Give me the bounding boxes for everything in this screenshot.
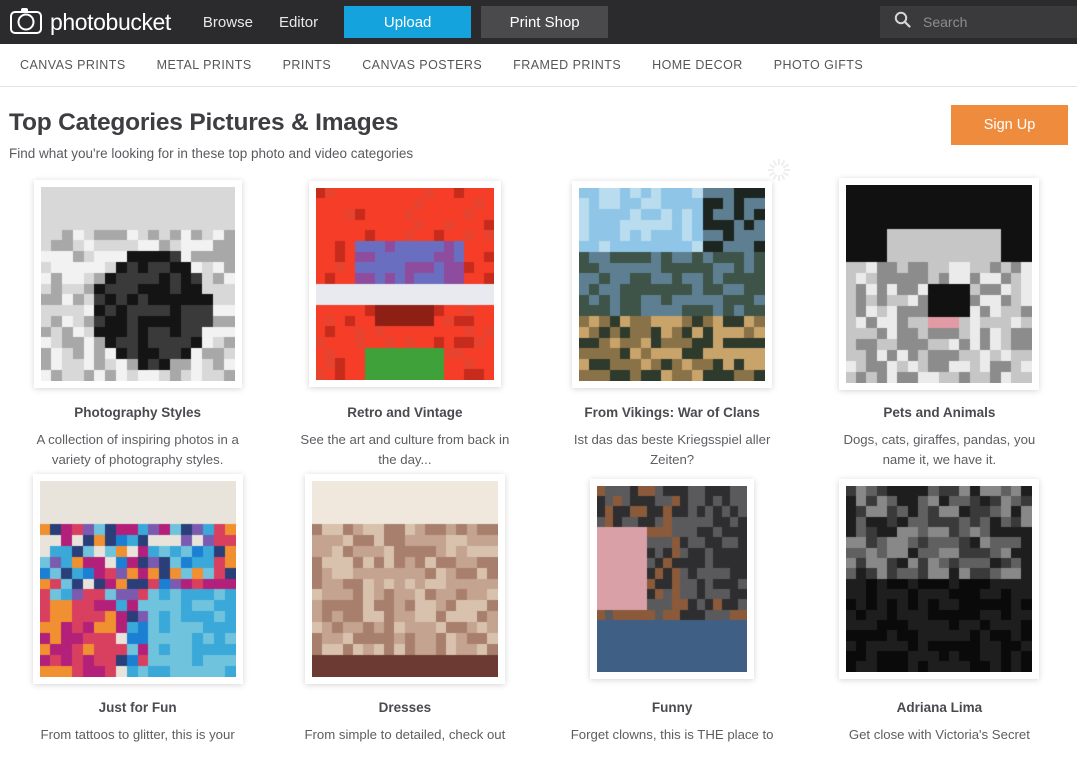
thumbnail-frame (572, 159, 791, 393)
catnav-item-photo-gifts[interactable]: PHOTO GIFTS (774, 58, 863, 72)
catnav-item-metal-prints[interactable]: METAL PRINTS (157, 58, 252, 72)
card-title: From Vikings: War of Clans (584, 405, 760, 420)
sign-up-button[interactable]: Sign Up (951, 105, 1068, 145)
card-description: Ist das das beste Kriegsspiel aller Zeit… (573, 432, 771, 467)
thumbnail-frame (304, 470, 505, 688)
thumbnail-frame (33, 175, 242, 393)
category-card-grid: Photography Styles A collection of inspir… (0, 159, 1077, 745)
top-header-bar: photobucket Browse Editor Upload Print S… (0, 0, 1077, 44)
catnav-item-framed-prints[interactable]: FRAMED PRINTS (513, 58, 621, 72)
card-title: Adriana Lima (896, 700, 983, 715)
card-description: A collection of inspiring photos in a va… (36, 432, 239, 467)
thumbnail-image (579, 187, 766, 381)
search-icon (894, 11, 911, 33)
just-for-fun-thumbnail[interactable] (32, 474, 243, 684)
category-nav: CANVAS PRINTS METAL PRINTS PRINTS CANVAS… (0, 44, 1077, 87)
thumbnail-image (39, 481, 236, 677)
category-card[interactable]: Adriana Lima Get close with Victoria's Se… (806, 470, 1073, 745)
thumbnail-image (597, 486, 748, 672)
category-card[interactable]: Funny Forget clowns, this is THE place to (539, 470, 806, 745)
nav-editor[interactable]: Editor (279, 14, 318, 31)
dresses-thumbnail[interactable] (304, 474, 505, 684)
card-title: Just for Fun (98, 700, 177, 715)
category-card[interactable]: Photography Styles A collection of inspir… (4, 175, 271, 470)
catnav-item-canvas-posters[interactable]: CANVAS POSTERS (362, 58, 482, 72)
catnav-item-home-decor[interactable]: HOME DECOR (652, 58, 743, 72)
thumbnail-image (311, 481, 498, 677)
loading-spinner-icon (768, 159, 791, 181)
category-card[interactable]: From Vikings: War of Clans Ist das das be… (539, 159, 806, 470)
thumbnail-image (315, 188, 494, 380)
thumbnail-frame (590, 470, 755, 688)
card-description: See the art and culture from back in the… (300, 432, 510, 467)
print-shop-button[interactable]: Print Shop (481, 6, 609, 38)
pets-and-animals-thumbnail[interactable] (839, 178, 1040, 390)
funny-thumbnail[interactable] (590, 479, 755, 679)
adriana-lima-thumbnail[interactable] (839, 479, 1040, 679)
thumbnail-frame (839, 175, 1040, 393)
category-card[interactable]: Dresses From simple to detailed, check ou… (271, 470, 538, 745)
catnav-item-prints[interactable]: PRINTS (283, 58, 332, 72)
card-description: From simple to detailed, check out (304, 727, 506, 742)
card-description: Dogs, cats, giraffes, pandas, you name i… (843, 432, 1036, 467)
thumbnail-image (40, 187, 235, 381)
page-title: Top Categories Pictures & Images (9, 109, 399, 136)
category-card[interactable]: Just for Fun From tattoos to glitter, thi… (4, 470, 271, 745)
photography-styles-thumbnail[interactable] (33, 180, 242, 388)
nav-browse[interactable]: Browse (203, 14, 253, 31)
card-description: From tattoos to glitter, this is your (40, 727, 235, 742)
category-card[interactable]: Retro and Vintage See the art and culture… (271, 175, 538, 470)
card-title: Photography Styles (74, 405, 202, 420)
card-title: Dresses (378, 700, 432, 715)
thumbnail-frame (839, 470, 1040, 688)
card-description: Forget clowns, this is THE place to (570, 727, 774, 742)
thumbnail-image (846, 185, 1033, 383)
upload-button[interactable]: Upload (344, 6, 472, 38)
card-title: Retro and Vintage (347, 405, 463, 420)
page-header: Top Categories Pictures & Images Find wh… (0, 87, 1077, 161)
camera-icon (10, 7, 42, 34)
thumbnail-frame (32, 470, 243, 688)
retro-and-vintage-thumbnail[interactable] (308, 181, 501, 387)
vikings-war-of-clans-thumbnail[interactable] (572, 180, 773, 388)
thumbnail-frame (308, 175, 501, 393)
category-card[interactable]: Pets and Animals Dogs, cats, giraffes, pa… (806, 175, 1073, 470)
search-box[interactable] (880, 6, 1077, 38)
page-subtitle: Find what you're looking for in these to… (9, 146, 414, 161)
catnav-item-canvas-prints[interactable]: CANVAS PRINTS (20, 58, 126, 72)
card-title: Pets and Animals (883, 405, 996, 420)
thumbnail-image (846, 486, 1033, 672)
card-description: Get close with Victoria's Secret (848, 727, 1030, 742)
search-input[interactable] (921, 13, 1051, 31)
photobucket-logo[interactable]: photobucket (10, 7, 171, 36)
card-title: Funny (651, 700, 693, 715)
logo-text: photobucket (50, 8, 171, 35)
